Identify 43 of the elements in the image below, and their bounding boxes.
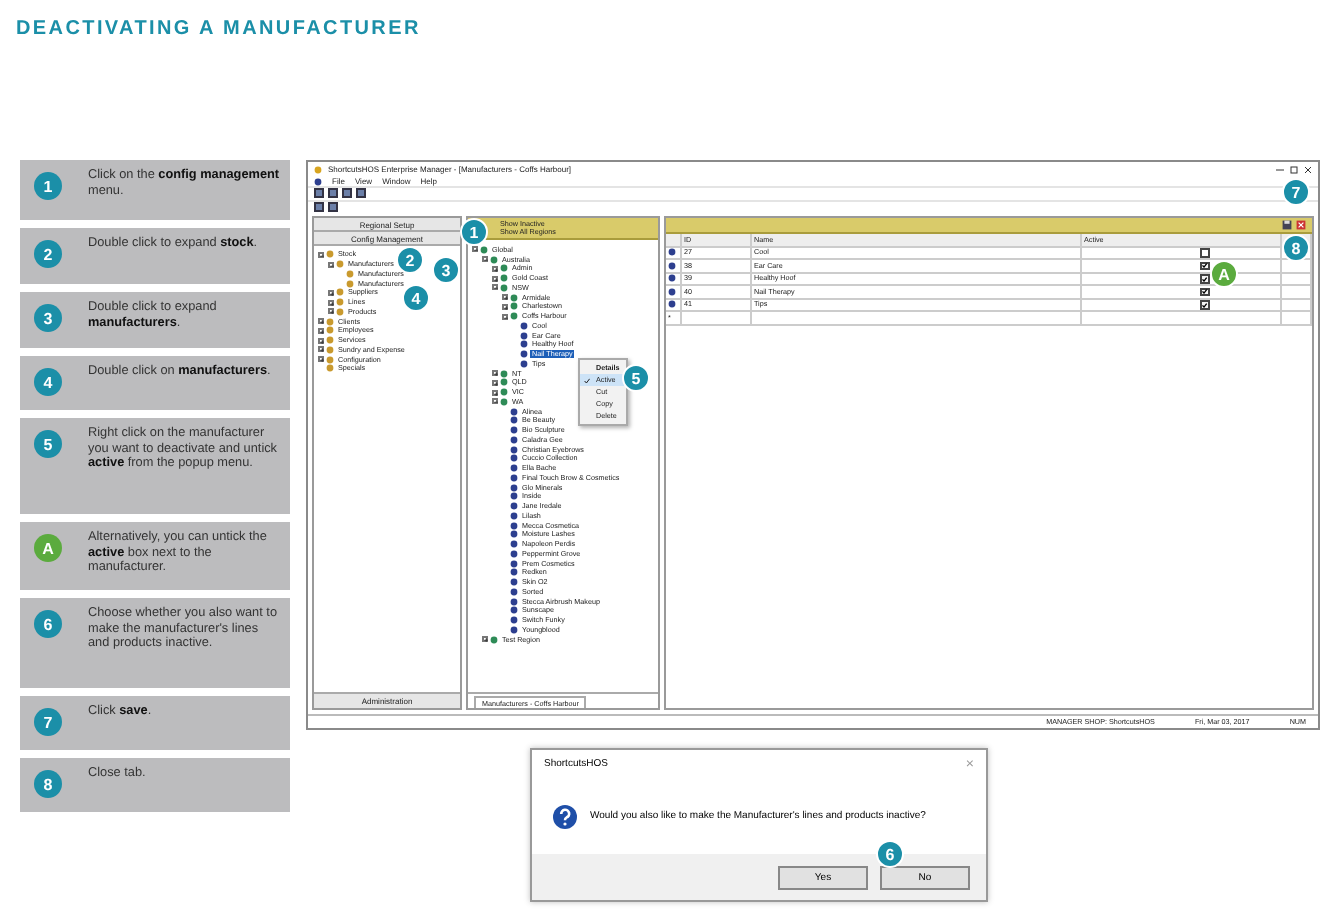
active-checkbox[interactable] bbox=[1200, 287, 1209, 296]
expand-toggle[interactable] bbox=[492, 398, 498, 405]
step-badge: 8 bbox=[34, 770, 62, 798]
expand-toggle[interactable] bbox=[328, 299, 334, 306]
check-icon bbox=[584, 377, 590, 383]
expand-toggle[interactable] bbox=[502, 313, 508, 320]
expand-toggle[interactable] bbox=[492, 265, 498, 272]
page-title: DEACTIVATING A MANUFACTURER bbox=[16, 18, 421, 40]
expand-toggle[interactable] bbox=[492, 275, 498, 282]
expand-toggle[interactable] bbox=[502, 303, 508, 310]
step-badge: 5 bbox=[34, 430, 62, 458]
step-badge: 3 bbox=[34, 304, 62, 332]
active-checkbox[interactable] bbox=[1200, 274, 1209, 283]
minimize-icon[interactable] bbox=[1276, 165, 1284, 173]
expand-toggle[interactable] bbox=[318, 356, 324, 363]
maximize-icon[interactable] bbox=[1290, 165, 1298, 173]
expand-toggle[interactable] bbox=[328, 308, 334, 315]
save-icon[interactable] bbox=[1282, 220, 1292, 230]
expand-toggle[interactable] bbox=[482, 636, 488, 643]
step-badge: A bbox=[34, 534, 62, 562]
expand-toggle[interactable] bbox=[492, 284, 498, 291]
question-icon bbox=[552, 803, 578, 829]
active-checkbox[interactable] bbox=[1200, 300, 1209, 309]
expand-toggle[interactable] bbox=[492, 379, 498, 386]
step-badge: 6 bbox=[34, 610, 62, 638]
expand-toggle[interactable] bbox=[328, 261, 334, 268]
active-checkbox[interactable] bbox=[1200, 261, 1209, 270]
active-checkbox[interactable] bbox=[1200, 248, 1209, 257]
expand-toggle[interactable] bbox=[318, 318, 324, 325]
expand-toggle[interactable] bbox=[482, 256, 488, 263]
expand-toggle[interactable] bbox=[318, 251, 324, 258]
expand-toggle[interactable] bbox=[492, 370, 498, 377]
close-icon[interactable] bbox=[1304, 165, 1312, 173]
expand-toggle[interactable] bbox=[318, 346, 324, 353]
step-badge: 4 bbox=[34, 368, 62, 396]
expand-toggle[interactable] bbox=[318, 327, 324, 334]
expand-toggle[interactable] bbox=[502, 294, 508, 301]
step-badge: 7 bbox=[34, 708, 62, 736]
expand-toggle[interactable] bbox=[492, 389, 498, 396]
expand-toggle[interactable] bbox=[318, 337, 324, 344]
expand-toggle[interactable] bbox=[328, 289, 334, 296]
step-badge: 1 bbox=[34, 172, 62, 200]
step-badge: 2 bbox=[34, 240, 62, 268]
